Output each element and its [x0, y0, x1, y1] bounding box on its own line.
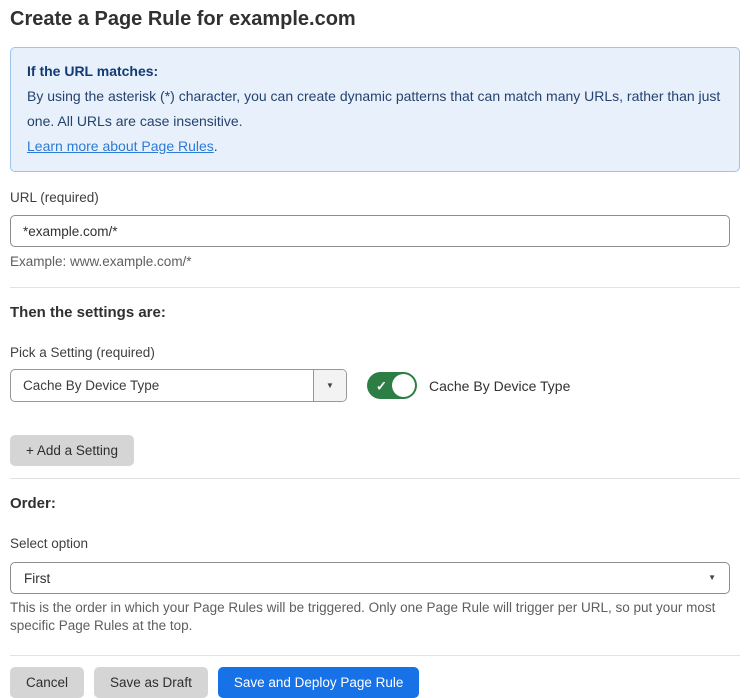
url-example-text: Example: www.example.com/* [10, 254, 740, 269]
page-rule-form: Create a Page Rule for example.com If th… [0, 0, 750, 698]
toggle-label: Cache By Device Type [429, 378, 570, 394]
info-box-body: By using the asterisk (*) character, you… [27, 84, 723, 134]
setting-dropdown-value: Cache By Device Type [11, 370, 313, 401]
chevron-down-icon: ▼ [708, 574, 716, 582]
url-match-info-box: If the URL matches: By using the asteris… [10, 47, 740, 172]
save-deploy-button[interactable]: Save and Deploy Page Rule [218, 667, 420, 698]
info-box-heading: If the URL matches: [27, 59, 723, 84]
add-setting-button[interactable]: + Add a Setting [10, 435, 134, 466]
pick-setting-label: Pick a Setting (required) [10, 345, 740, 360]
url-field-label: URL (required) [10, 190, 740, 205]
setting-row: Cache By Device Type ▼ ✓ Cache By Device… [10, 369, 740, 402]
divider [10, 655, 740, 656]
chevron-down-icon: ▼ [326, 382, 334, 390]
setting-dropdown[interactable]: Cache By Device Type ▼ [10, 369, 347, 402]
order-section-heading: Order: [10, 495, 740, 512]
cache-device-toggle[interactable]: ✓ [367, 372, 417, 399]
toggle-knob [392, 374, 415, 397]
check-icon: ✓ [376, 379, 387, 392]
link-suffix: . [214, 138, 218, 154]
order-dropdown[interactable]: First ▼ [10, 562, 730, 594]
order-help-text: This is the order in which your Page Rul… [10, 599, 730, 635]
divider [10, 478, 740, 479]
settings-section-heading: Then the settings are: [10, 304, 740, 321]
cancel-button[interactable]: Cancel [10, 667, 84, 698]
learn-more-link[interactable]: Learn more about Page Rules [27, 138, 214, 154]
save-draft-button[interactable]: Save as Draft [94, 667, 208, 698]
divider [10, 287, 740, 288]
order-select-label: Select option [10, 536, 740, 551]
page-title: Create a Page Rule for example.com [10, 6, 740, 32]
order-dropdown-value: First [24, 571, 50, 586]
footer-button-row: Cancel Save as Draft Save and Deploy Pag… [10, 667, 740, 698]
info-box-link-line: Learn more about Page Rules. [27, 134, 723, 159]
url-input[interactable] [10, 215, 730, 247]
setting-dropdown-arrow-button[interactable]: ▼ [313, 370, 346, 401]
